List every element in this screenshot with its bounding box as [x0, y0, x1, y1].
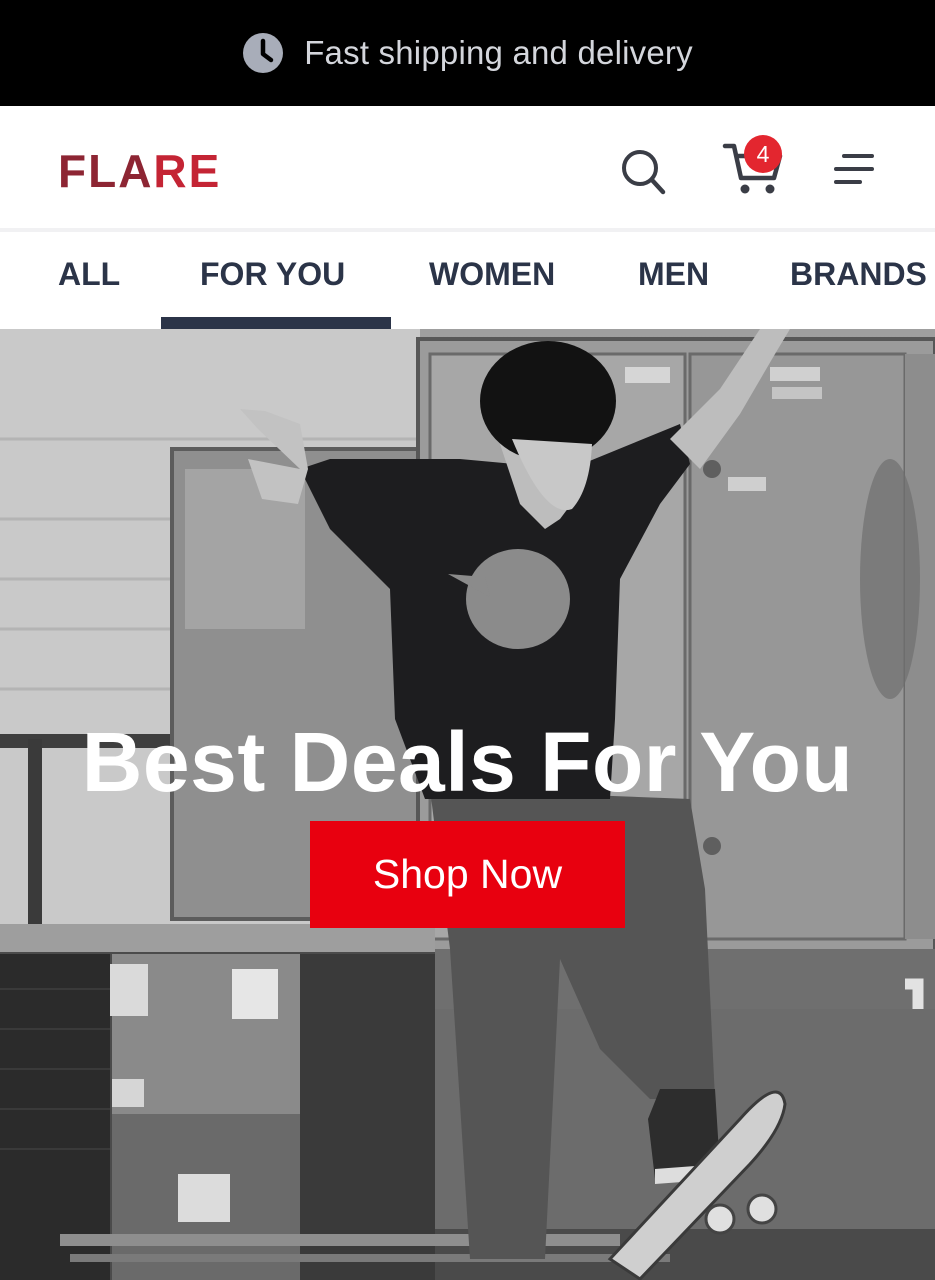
search-icon[interactable]: [618, 144, 668, 198]
tab-men[interactable]: MEN: [638, 256, 709, 293]
clock-icon: [243, 33, 284, 73]
tab-women[interactable]: WOMEN: [429, 256, 555, 293]
shop-now-button[interactable]: Shop Now: [310, 821, 625, 928]
announcement-text: Fast shipping and delivery: [304, 34, 693, 71]
tab-brands[interactable]: BRANDS: [790, 256, 927, 293]
menu-icon[interactable]: [830, 148, 878, 192]
logo-text-part2: RE: [153, 145, 222, 197]
hero-banner: Best Deals For You Shop Now: [0, 329, 935, 1280]
brand-logo[interactable]: FLARE: [58, 144, 221, 198]
tab-for-you[interactable]: FOR YOU: [200, 256, 345, 293]
hero-title: Best Deals For You: [81, 715, 854, 809]
site-header: FLARE: [0, 106, 935, 232]
tab-all[interactable]: ALL: [58, 256, 120, 293]
active-tab-indicator: [161, 317, 391, 329]
category-tabs: ALL FOR YOU WOMEN MEN BRANDS: [0, 232, 935, 329]
announcement-bar: Fast shipping and delivery: [0, 0, 935, 106]
cart-count-badge: 4: [744, 135, 782, 173]
logo-text-part1: FLA: [58, 145, 154, 197]
